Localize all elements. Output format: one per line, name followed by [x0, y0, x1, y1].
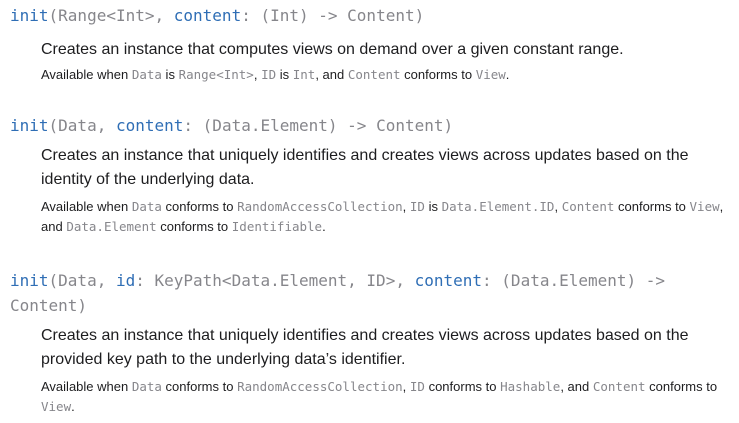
- avail-text: .: [322, 219, 326, 234]
- declaration-entry: init(Data, content: (Data.Element) -> Co…: [10, 114, 730, 237]
- init-keyword: init: [10, 6, 49, 25]
- availability-note: Available when Data is Range<Int>, ID is…: [41, 65, 730, 85]
- avail-code[interactable]: ID: [261, 67, 276, 82]
- avail-code[interactable]: Data: [132, 67, 162, 82]
- declaration-signature[interactable]: init(Data, content: (Data.Element) -> Co…: [10, 114, 730, 138]
- availability-note: Available when Data conforms to RandomAc…: [41, 377, 730, 417]
- avail-code[interactable]: Identifiable: [232, 219, 322, 234]
- declaration-entry: init(Range<Int>, content: (Int) -> Conte…: [10, 4, 730, 85]
- signature-type: : (Data.Element) -> Content): [183, 116, 454, 135]
- avail-code[interactable]: RandomAccessCollection: [237, 379, 403, 394]
- avail-text: is: [161, 67, 179, 82]
- avail-code[interactable]: Content: [593, 379, 646, 394]
- avail-code[interactable]: Content: [348, 67, 401, 82]
- param-label-content: content: [414, 271, 483, 290]
- declaration-abstract: Creates an instance that computes views …: [41, 41, 624, 58]
- availability-note: Available when Data conforms to RandomAc…: [41, 197, 730, 237]
- avail-text: is: [276, 67, 293, 82]
- declaration-abstract: Creates an instance that uniquely identi…: [41, 147, 689, 188]
- signature-params: (Data,: [48, 116, 116, 135]
- avail-text: ,: [253, 67, 262, 82]
- avail-code[interactable]: ID: [410, 199, 425, 214]
- avail-text: Available when: [41, 199, 132, 214]
- param-label-content: content: [115, 116, 184, 135]
- avail-text: conforms to: [424, 379, 501, 394]
- signature-type: : (Int) -> Content): [241, 6, 425, 25]
- avail-text: ,: [402, 199, 410, 214]
- avail-code[interactable]: Hashable: [500, 379, 560, 394]
- signature-params: (Data,: [48, 271, 116, 290]
- avail-code[interactable]: Content: [562, 199, 615, 214]
- avail-text: conforms to: [161, 199, 238, 214]
- avail-text: Available when: [41, 67, 132, 82]
- param-label-id: id: [115, 271, 136, 290]
- avail-text: conforms to: [614, 199, 690, 214]
- signature-type: : KeyPath<Data.Element, ID>,: [135, 271, 415, 290]
- avail-text: conforms to: [645, 379, 718, 394]
- avail-code[interactable]: Data.Element.ID: [442, 199, 555, 214]
- avail-text: is: [424, 199, 442, 214]
- avail-code[interactable]: Data: [132, 379, 162, 394]
- avail-text: .: [71, 399, 75, 414]
- avail-text: , and: [560, 379, 593, 394]
- declaration-signature[interactable]: init(Range<Int>, content: (Int) -> Conte…: [10, 4, 730, 28]
- avail-text: conforms to: [161, 379, 238, 394]
- init-keyword: init: [10, 116, 49, 135]
- declaration-abstract: Creates an instance that uniquely identi…: [41, 327, 689, 368]
- avail-code[interactable]: Int: [293, 67, 316, 82]
- avail-code[interactable]: Range<Int>: [179, 67, 254, 82]
- avail-text: ,: [554, 199, 562, 214]
- avail-text: Available when: [41, 379, 132, 394]
- avail-code[interactable]: ID: [410, 379, 425, 394]
- declaration-entry: init(Data, id: KeyPath<Data.Element, ID>…: [10, 268, 730, 417]
- avail-text: .: [505, 67, 510, 82]
- avail-code[interactable]: View: [476, 67, 506, 82]
- signature-params: (Range<Int>,: [48, 6, 174, 25]
- avail-text: conforms to: [156, 219, 232, 234]
- avail-code[interactable]: View: [41, 399, 71, 414]
- avail-text: conforms to: [400, 67, 476, 82]
- init-keyword: init: [10, 271, 49, 290]
- declaration-signature[interactable]: init(Data, id: KeyPath<Data.Element, ID>…: [10, 268, 730, 318]
- param-label-content: content: [173, 6, 242, 25]
- avail-code[interactable]: View: [690, 199, 720, 214]
- avail-code[interactable]: Data.Element: [66, 219, 156, 234]
- avail-text: ,: [402, 379, 410, 394]
- avail-code[interactable]: Data: [132, 199, 162, 214]
- avail-text: , and: [315, 67, 348, 82]
- avail-code[interactable]: RandomAccessCollection: [237, 199, 403, 214]
